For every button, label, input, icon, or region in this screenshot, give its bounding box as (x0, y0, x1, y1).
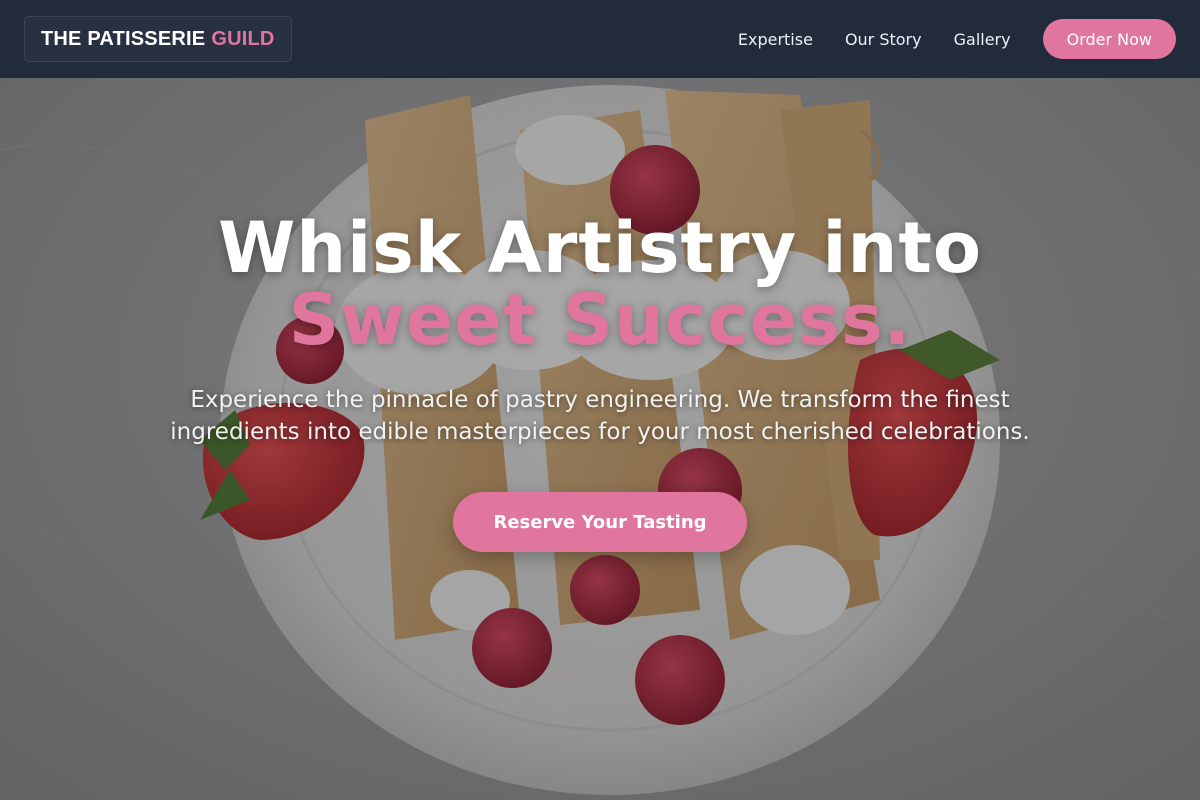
nav-link-expertise[interactable]: Expertise (738, 30, 813, 49)
hero-subtext: Experience the pinnacle of pastry engine… (170, 387, 1030, 445)
headline-line-2: Sweet Success. (288, 279, 912, 361)
order-now-button[interactable]: Order Now (1042, 19, 1176, 59)
landing-page: THE PATISSERIE GUILD Expertise Our Story… (0, 0, 1200, 800)
nav-links: Expertise Our Story Gallery Order Now (738, 19, 1176, 59)
brand-name: THE PATISSERIE (41, 27, 206, 50)
nav-link-gallery[interactable]: Gallery (954, 30, 1011, 49)
top-navbar: THE PATISSERIE GUILD Expertise Our Story… (0, 0, 1200, 78)
hero-content: Whisk Artistry into Sweet Success. Exper… (0, 212, 1200, 552)
reserve-tasting-button[interactable]: Reserve Your Tasting (453, 492, 747, 552)
brand-logo[interactable]: THE PATISSERIE GUILD (24, 16, 292, 62)
nav-link-our-story[interactable]: Our Story (845, 30, 922, 49)
hero-headline: Whisk Artistry into Sweet Success. (0, 212, 1200, 356)
headline-line-1: Whisk Artistry into (218, 207, 982, 289)
brand-accent: GUILD (211, 27, 275, 50)
